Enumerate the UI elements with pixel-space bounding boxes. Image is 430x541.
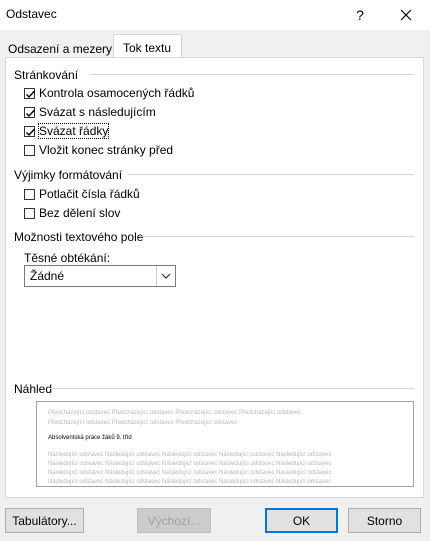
exceptions-heading: Výjimky formátování <box>14 168 123 182</box>
preview-following-line: Následující odstavec Následující odstave… <box>48 461 332 467</box>
suppress-line-numbers-option[interactable]: Potlačit čísla řádků <box>24 187 140 201</box>
tabs-button[interactable]: Tabulátory... <box>5 508 84 533</box>
tight-wrap-value: Žádné <box>30 269 65 283</box>
no-hyphenation-checkbox[interactable] <box>24 207 35 219</box>
window-title: Odstavec <box>6 7 57 21</box>
pagination-heading: Stránkování <box>14 68 79 82</box>
tight-wrap-label: Těsné obtékání: <box>24 251 111 265</box>
keep-with-next-label: Svázat s následujícím <box>39 105 156 119</box>
close-button[interactable] <box>384 0 428 30</box>
chevron-down-icon[interactable] <box>156 266 175 286</box>
keep-lines-together-checkbox[interactable] <box>24 125 36 137</box>
preview-current-paragraph: Absolventská práce žáků 9. tříd <box>48 435 132 441</box>
tab-line-page-breaks[interactable]: Tok textu <box>113 34 182 57</box>
tab-label: Odsazení a mezery <box>8 42 113 56</box>
page-break-before-checkbox[interactable] <box>24 144 35 156</box>
widow-control-checkbox[interactable] <box>24 87 36 99</box>
ok-button[interactable]: OK <box>265 508 338 533</box>
default-button[interactable]: Výchozí... <box>137 508 211 533</box>
keep-lines-together-label: Svázat řádky <box>37 123 110 139</box>
preview-previous-line: Předcházející odstavec Předcházející ods… <box>48 410 302 416</box>
widow-control-label: Kontrola osamocených řádků <box>39 86 195 100</box>
no-hyphenation-label: Bez dělení slov <box>39 206 121 220</box>
keep-with-next-checkbox[interactable] <box>24 106 36 118</box>
preview-heading: Náhled <box>14 382 53 396</box>
pagination-divider <box>90 74 414 75</box>
keep-with-next-option[interactable]: Svázat s následujícím <box>24 105 156 119</box>
help-button[interactable]: ? <box>338 0 382 30</box>
tight-wrap-select[interactable]: Žádné <box>24 265 176 287</box>
preview-following-line: Následující odstavec Následující odstave… <box>48 452 332 458</box>
preview-previous-line: Předcházející odstavec Předcházející ods… <box>48 420 238 426</box>
preview-divider <box>50 388 414 389</box>
preview-following-line: Následující odstavec Následující odstave… <box>48 470 332 476</box>
check-icon <box>26 109 36 117</box>
textbox-heading: Možnosti textového pole <box>14 230 144 244</box>
cancel-button[interactable]: Storno <box>348 508 421 533</box>
preview-box: Předcházející odstavec Předcházející ods… <box>36 401 414 487</box>
suppress-line-numbers-label: Potlačit čísla řádků <box>39 187 140 201</box>
no-hyphenation-option[interactable]: Bez dělení slov <box>24 206 120 220</box>
close-icon <box>400 9 412 21</box>
page-break-before-option[interactable]: Vložit konec stránky před <box>24 143 173 157</box>
suppress-line-numbers-checkbox[interactable] <box>24 188 35 200</box>
check-icon <box>26 128 36 136</box>
help-icon: ? <box>356 7 364 23</box>
tab-label: Tok textu <box>123 41 172 55</box>
widow-control-option[interactable]: Kontrola osamocených řádků <box>24 86 194 100</box>
page-break-before-label: Vložit konec stránky před <box>39 143 174 157</box>
check-icon <box>26 90 36 98</box>
keep-lines-together-option[interactable]: Svázat řádky <box>24 123 110 139</box>
preview-following-line: Následující odstavec Následující odstave… <box>48 479 332 485</box>
exceptions-divider <box>128 174 414 175</box>
tab-indents-spacing[interactable]: Odsazení a mezery <box>8 42 112 56</box>
textbox-divider <box>140 236 414 237</box>
title-bar: Odstavec ? <box>0 0 430 30</box>
